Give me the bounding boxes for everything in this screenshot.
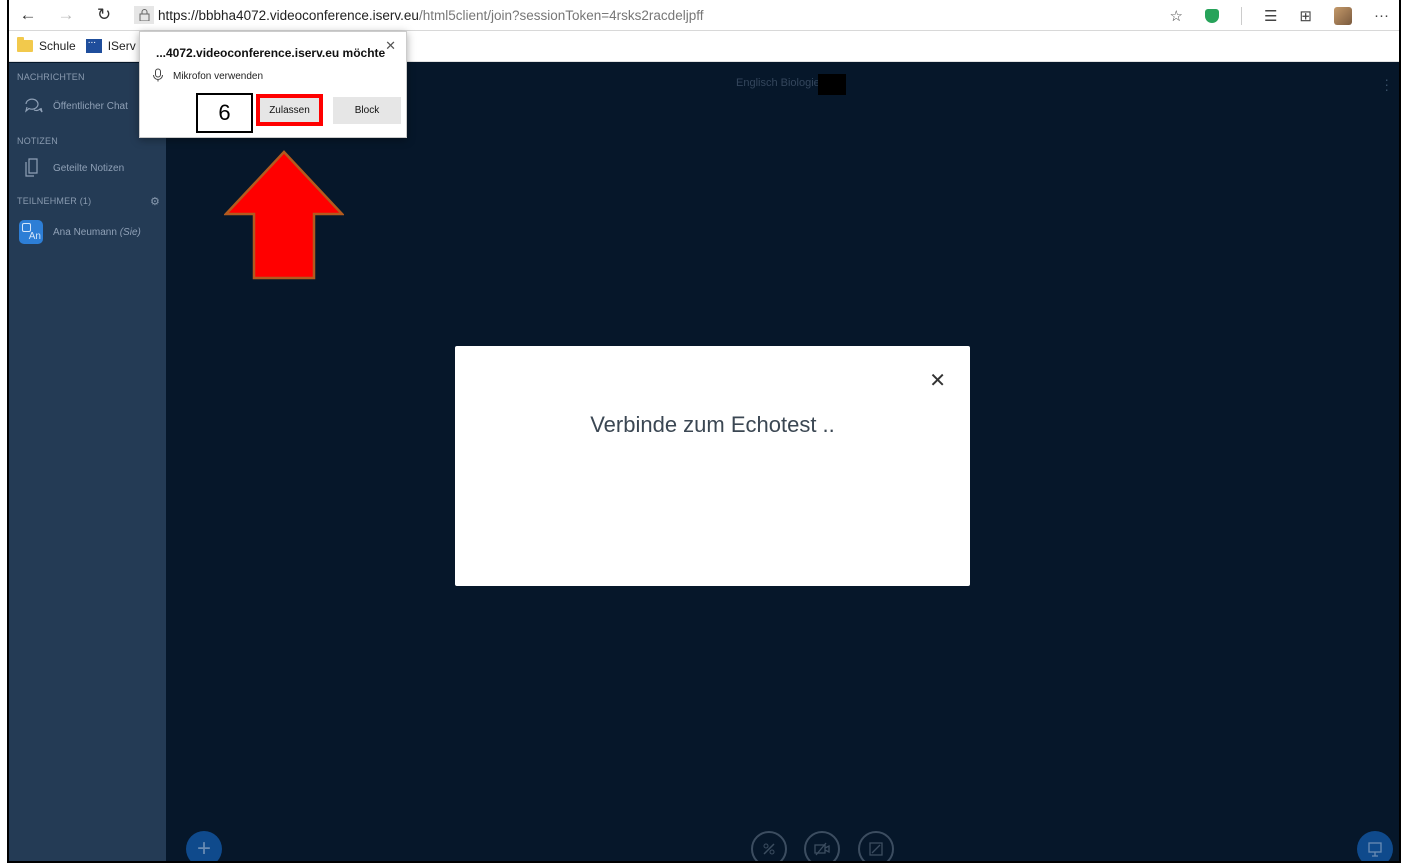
annotation-arrow-up-icon (224, 150, 344, 280)
notes-icon (23, 157, 43, 180)
sidebar-item-label: Geteilte Notizen (53, 162, 125, 174)
permission-request-label: Mikrofon verwenden (173, 71, 264, 82)
screen-frame: ← → ↻ https://bbbha4072.videoconference.… (7, 0, 1401, 863)
presentation-icon (1368, 842, 1382, 857)
profile-avatar-icon[interactable] (1334, 6, 1352, 25)
forward-button[interactable]: → (47, 0, 85, 31)
step-number-badge: 6 (196, 93, 253, 133)
refresh-button[interactable]: ↻ (85, 0, 123, 31)
room-title: Englisch Biologie (736, 77, 820, 89)
shield-extension-icon[interactable] (1204, 8, 1219, 23)
browser-toolbar: ← → ↻ https://bbbha4072.videoconference.… (9, 0, 1399, 31)
screenshare-off-icon (869, 842, 883, 856)
video-button[interactable] (804, 831, 840, 861)
echo-test-modal: ✕ Verbinde zum Echotest .. (455, 346, 970, 586)
audio-off-icon (763, 843, 775, 855)
collections-icon[interactable]: ⊞ (1299, 7, 1312, 25)
actions-plus-button[interactable]: + (186, 831, 222, 861)
presentation-button[interactable] (1357, 831, 1393, 861)
gear-icon[interactable]: ⚙ (150, 195, 160, 208)
block-button[interactable]: Block (333, 97, 401, 124)
participant-name-text: Ana Neumann (53, 226, 117, 238)
back-button[interactable]: ← (9, 0, 47, 31)
more-menu-icon[interactable]: ··· (1374, 7, 1389, 24)
modal-message: Verbinde zum Echotest .. (590, 412, 835, 437)
favorite-label: Schule (39, 39, 76, 53)
microphone-icon (152, 68, 164, 85)
sidebar: NACHRICHTEN Öffentlicher Chat NOTIZEN Ge… (9, 63, 166, 861)
participant-self-tag: (Sie) (119, 226, 141, 238)
permission-popup: ...4072.videoconference.iserv.eu möchte … (139, 31, 407, 138)
options-menu-icon[interactable]: · · · (1384, 72, 1389, 96)
screenshare-button[interactable] (858, 831, 894, 861)
participant-name: Ana Neumann (Sie) (53, 227, 141, 238)
favorite-label: IServ - (107, 39, 144, 53)
toolbar-divider (1240, 6, 1242, 25)
participant-item[interactable]: An Ana Neumann (Sie) (9, 217, 166, 247)
url-host: https://bbbha4072.videoconference.iserv.… (158, 7, 419, 23)
participants-heading: TEILNEHMER (1) ⚙ (9, 193, 166, 209)
lock-icon[interactable] (134, 6, 154, 24)
favorite-schule[interactable]: Schule (17, 37, 76, 53)
close-icon[interactable]: ✕ (929, 368, 946, 393)
address-field[interactable]: https://bbbha4072.videoconference.iserv.… (134, 4, 703, 26)
video-off-icon (814, 842, 830, 856)
allow-button[interactable]: Zulassen (256, 94, 323, 126)
close-icon[interactable]: ✕ (385, 38, 396, 54)
favorites-list-icon[interactable]: ☰ (1264, 7, 1277, 25)
participants-heading-label: TEILNEHMER (1) (17, 196, 92, 206)
browser-actions: ☆ ☰ ⊞ ··· (1170, 0, 1389, 31)
sidebar-item-shared-notes[interactable]: Geteilte Notizen (9, 153, 166, 183)
presentation-area: Englisch Biologie · · · ✕ Verbinde zum Ech… (166, 63, 1399, 861)
audio-button[interactable] (751, 831, 787, 861)
redaction-box (818, 74, 846, 95)
sidebar-item-label: Öffentlicher Chat (53, 100, 128, 112)
permission-title: ...4072.videoconference.iserv.eu möchte (156, 46, 386, 60)
favorite-iserv[interactable]: IServ - (85, 35, 144, 53)
folder-icon (17, 37, 33, 52)
iserv-icon (85, 35, 102, 53)
avatar: An (19, 220, 43, 244)
url-path: /html5client/join?sessionToken=4rsks2rac… (418, 7, 704, 23)
favorite-star-icon[interactable]: ☆ (1170, 7, 1183, 25)
permission-request: Mikrofon verwenden (152, 68, 263, 85)
chat-icon (23, 95, 43, 118)
